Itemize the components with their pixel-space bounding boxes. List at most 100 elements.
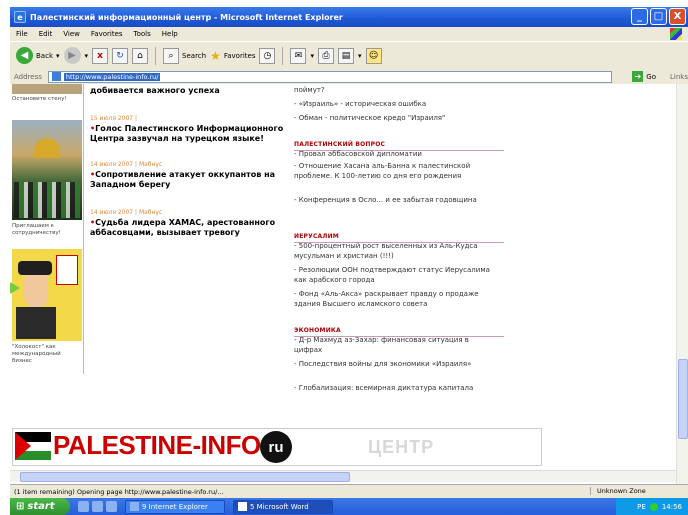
left-caption-cooperation[interactable]: Приглашаем к сотрудничеству! xyxy=(12,223,82,237)
start-button[interactable]: ⊞ start xyxy=(10,498,70,515)
star-icon: ★ xyxy=(210,48,221,63)
forward-button[interactable]: ▶ xyxy=(63,47,81,64)
status-bar: (1 item remaining) Opening page http://w… xyxy=(10,484,688,498)
back-arrow-icon: ◀ xyxy=(16,47,33,64)
menu-favorites[interactable]: Favorites xyxy=(91,30,123,38)
stop-button[interactable]: x xyxy=(92,47,109,64)
favorites-button[interactable]: ★ Favorites xyxy=(210,49,255,63)
taskbar-item-word[interactable]: 5 Microsoft Word xyxy=(233,499,333,514)
links-button[interactable]: Links xyxy=(670,73,688,81)
news-meta: 15 июля 2007 | xyxy=(90,115,138,122)
back-label: Back xyxy=(36,51,53,60)
chevron-down-icon: ▾ xyxy=(56,51,60,60)
left-caption-holocaust[interactable]: "Холокост" как международный бизнес xyxy=(12,344,82,365)
history-button[interactable]: ◷ xyxy=(259,47,276,64)
news-title[interactable]: добивается важного успеха xyxy=(90,86,290,96)
section-heading-palestine[interactable]: ПАЛЕСТИНСКИЙ ВОПРОС xyxy=(294,140,504,151)
menu-bar: File Edit View Favorites Tools Help xyxy=(10,27,688,41)
vertical-scrollbar[interactable] xyxy=(676,84,688,486)
article-link[interactable]: - Провал аббасовской дипломатии xyxy=(294,150,499,160)
arrow-pointer-icon xyxy=(10,282,20,294)
protest-image[interactable] xyxy=(12,120,82,220)
back-button[interactable]: ◀ Back ▾ xyxy=(16,47,60,64)
article-link[interactable]: - Последствия войны для экономики «Израи… xyxy=(294,360,499,370)
section-heading-economy[interactable]: ЭКОНОМИКА xyxy=(294,326,504,337)
menu-tools[interactable]: Tools xyxy=(134,30,151,38)
article-link[interactable]: - Резолюции ООН подтверждают статус Иеру… xyxy=(294,266,499,285)
refresh-button[interactable]: ↻ xyxy=(112,47,129,64)
news-title[interactable]: •Сопротивление атакует оккупантов на Зап… xyxy=(90,170,290,190)
news-meta: 14 июля 2007 | Мабнус xyxy=(90,161,163,168)
taskbar-item-ie[interactable]: 9 Internet Explorer xyxy=(125,499,225,514)
menu-view[interactable]: View xyxy=(63,30,80,38)
search-label: Search xyxy=(182,51,207,60)
page-content: Остановите стену! Приглашаем к сотруднич… xyxy=(10,84,676,486)
go-button[interactable]: ➔ Go xyxy=(632,71,656,82)
article-link[interactable]: - Конференция в Осло... и ее забытая год… xyxy=(294,196,499,206)
article-link[interactable]: - «Израиль» - историческая ошибка xyxy=(294,100,499,110)
news-item[interactable]: добивается важного успеха xyxy=(90,86,290,96)
banner-centr-text: ЦЕНТР xyxy=(368,437,435,457)
cartoon-image[interactable] xyxy=(12,249,82,341)
article-link[interactable]: - Д-р Махмуд аз-Захар: финансовая ситуац… xyxy=(294,336,499,355)
menu-file[interactable]: File xyxy=(16,30,28,38)
minimize-button[interactable]: _ xyxy=(631,8,648,25)
messenger-button[interactable]: ☺ xyxy=(365,47,382,64)
system-tray: РЕ 14:56 xyxy=(616,498,688,515)
article-link[interactable]: - Фонд «Аль-Акса» раскрывает правду о пр… xyxy=(294,290,499,309)
go-arrow-icon: ➔ xyxy=(632,71,644,82)
article-link[interactable]: - Глобализация: всемирная диктатура капи… xyxy=(294,384,499,394)
browser-icon[interactable] xyxy=(92,501,103,512)
media-icon[interactable] xyxy=(106,501,117,512)
ie-task-icon xyxy=(130,502,139,511)
address-input[interactable]: http://www.palestine-info.ru/ xyxy=(47,70,613,83)
windows-flag-icon xyxy=(670,28,682,40)
desktop-icon[interactable] xyxy=(78,501,89,512)
print-button[interactable]: ⎙ xyxy=(318,47,334,64)
menu-edit[interactable]: Edit xyxy=(39,30,53,38)
news-title-text[interactable]: Голос Палестинского Информационного Цент… xyxy=(90,124,283,143)
address-bar: Address http://www.palestine-info.ru/ ➔ … xyxy=(10,69,688,84)
task-label: 9 Internet Explorer xyxy=(142,502,208,511)
news-title-text[interactable]: Сопротивление атакует оккупантов на Запа… xyxy=(90,170,275,189)
news-title[interactable]: •Голос Палестинского Информационного Цен… xyxy=(90,124,290,144)
site-banner[interactable]: PALESTINE-INFO. ru ЦЕНТР xyxy=(12,428,542,466)
left-caption-wall[interactable]: Остановите стену! xyxy=(12,96,82,103)
scrollbar-thumb[interactable] xyxy=(20,472,350,482)
home-button[interactable]: ⌂ xyxy=(132,47,149,64)
chevron-down-icon[interactable]: ▾ xyxy=(310,52,314,60)
news-title[interactable]: •Судьба лидера ХАМАС, арестованного абба… xyxy=(90,218,290,238)
article-link[interactable]: - 500-процентный рост выселенных из Аль-… xyxy=(294,242,499,261)
news-item[interactable]: 14 июля 2007 | Мабнус •Судьба лидера ХАМ… xyxy=(90,208,290,238)
article-link[interactable]: - Обман - политическое кредо "Израиля" xyxy=(294,114,499,124)
security-zone: Unknown Zone xyxy=(590,487,646,495)
search-button[interactable]: ⌕ Search xyxy=(163,47,207,64)
toolbar-separator xyxy=(155,46,157,65)
news-item[interactable]: 15 июля 2007 | •Голос Палестинского Инфо… xyxy=(90,114,290,144)
menu-help[interactable]: Help xyxy=(162,30,178,38)
ru-logo-icon: ru xyxy=(260,431,292,463)
mail-button[interactable]: ✉ xyxy=(290,47,307,64)
close-button[interactable]: X xyxy=(669,8,686,25)
article-link[interactable]: - Отношение Хасана аль-Банна к палестинс… xyxy=(294,162,499,181)
maximize-button[interactable]: □ xyxy=(650,8,667,25)
article-link[interactable]: поймут? xyxy=(294,86,499,96)
news-item[interactable]: 14 июля 2007 | Мабнус •Сопротивление ата… xyxy=(90,160,290,190)
chevron-down-icon[interactable]: ▾ xyxy=(85,52,89,60)
task-label: 5 Microsoft Word xyxy=(250,502,309,511)
screen: e Палестинский информационный центр - Mi… xyxy=(0,0,688,515)
address-label: Address xyxy=(14,72,42,81)
scrollbar-thumb[interactable] xyxy=(678,359,688,439)
chevron-down-icon[interactable]: ▾ xyxy=(358,52,362,60)
wall-image[interactable] xyxy=(12,84,82,94)
page-icon xyxy=(51,72,61,81)
language-indicator[interactable]: РЕ xyxy=(637,503,646,511)
tray-icon[interactable] xyxy=(649,502,658,511)
section-heading-jerusalem[interactable]: ИЕРУСАЛИМ xyxy=(294,232,504,243)
start-label: start xyxy=(27,501,55,512)
edit-button[interactable]: ▤ xyxy=(338,47,354,64)
news-title-text[interactable]: Судьба лидера ХАМАС, арестованного аббас… xyxy=(90,218,275,237)
title-bar: e Палестинский информационный центр - Mi… xyxy=(10,7,688,27)
horizontal-scrollbar[interactable] xyxy=(10,470,676,482)
window-controls: _ □ X xyxy=(631,8,686,25)
